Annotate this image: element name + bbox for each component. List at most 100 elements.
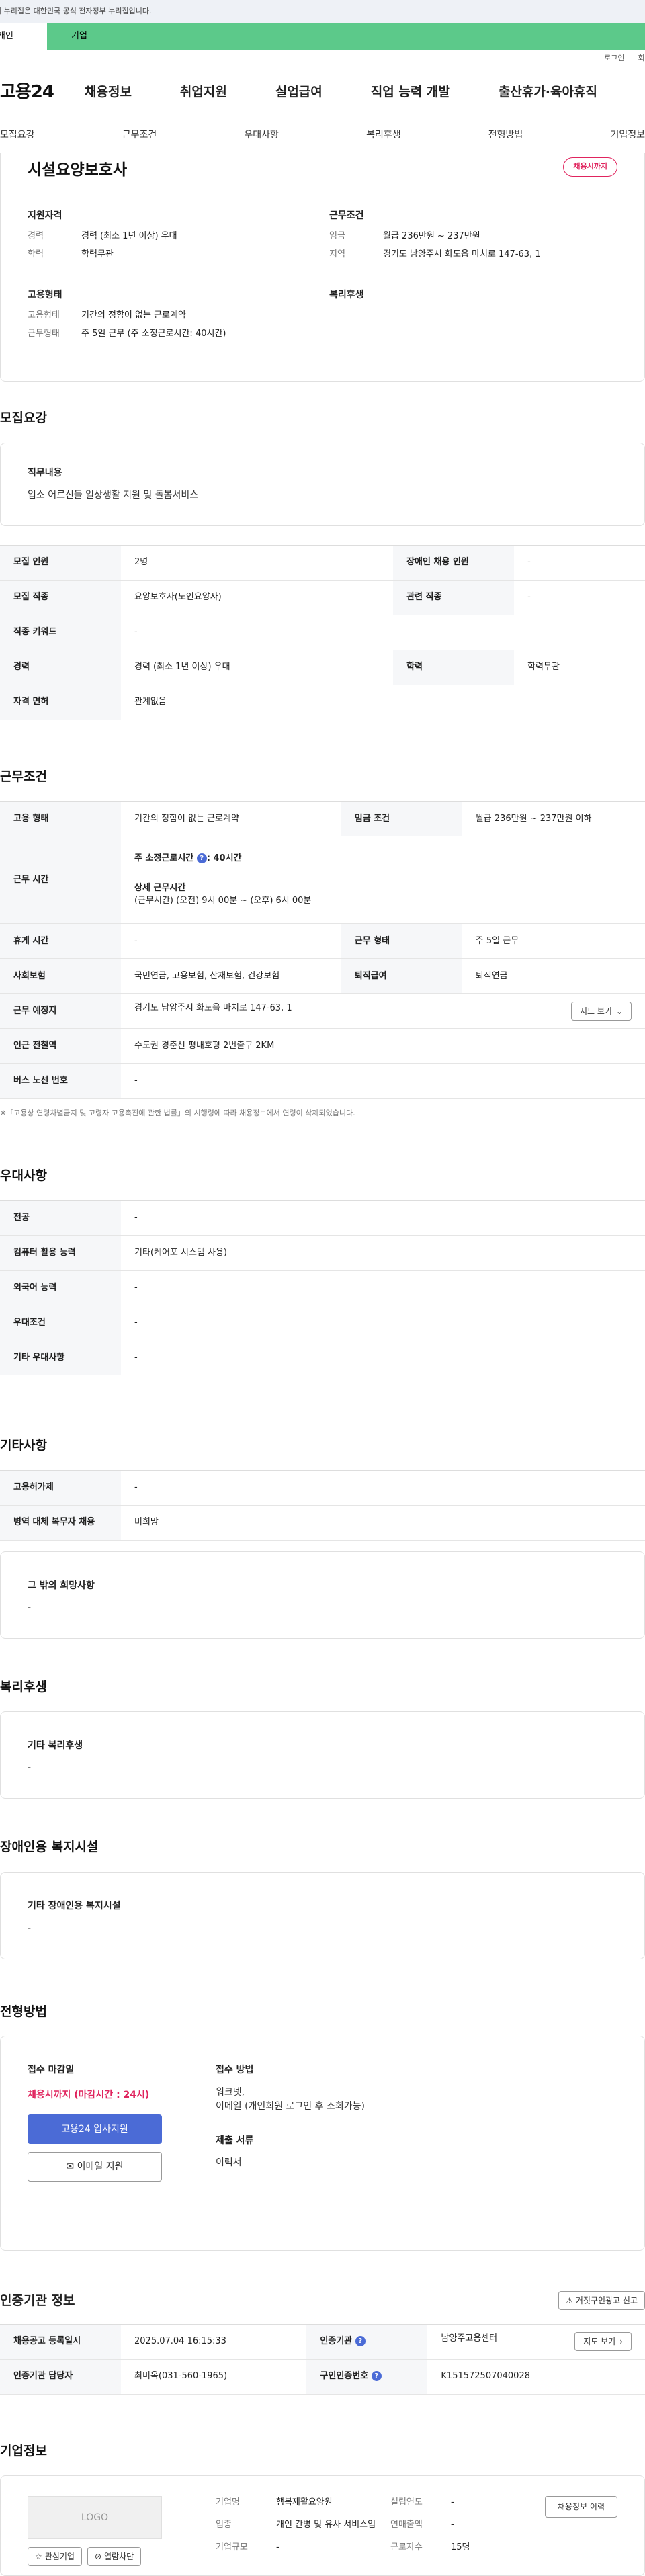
company-label: 근로자수 (390, 2542, 423, 2552)
table-row: 경력 경력 (최소 1년 이상) 우대 학력 학력무관 (0, 650, 645, 685)
agency-map-button[interactable]: 지도 보기 › (574, 2332, 632, 2351)
subnav-welfare[interactable]: 복리후생 (366, 128, 401, 142)
etc-title: 기타사항 (0, 1438, 47, 1453)
tab-company[interactable]: 기업 (47, 23, 645, 50)
info-icon[interactable]: ? (371, 2371, 382, 2382)
row-value: K151572507040028 (427, 2359, 645, 2395)
site-logo[interactable]: 고용24 (0, 79, 85, 105)
nav-parental-leave[interactable]: 출산휴가·육아휴직 (499, 83, 597, 102)
row-label: 사회보험 (0, 958, 121, 994)
row-value: 국민연금, 고용보험, 산재보험, 건강보험 (121, 958, 341, 994)
row-value: - (121, 923, 341, 959)
info-icon[interactable]: ? (196, 853, 207, 864)
subnav-company[interactable]: 기업정보 (610, 128, 645, 142)
apply-right: 접수 방법 워크넷, 이메일 (개인회원 로그인 후 조회가능) 제출 서류 이… (189, 2063, 365, 2223)
top-links: 로그인 회원가입 (0, 50, 645, 67)
apply-left: 접수 마감일 채용시까지 (마감시간 : 24시) 고용24 입사지원 ✉ 이메… (28, 2063, 189, 2223)
company-value: 15명 (451, 2542, 470, 2552)
summary-emp-head: 고용형태 (28, 289, 62, 300)
table-row: 전공 - (0, 1200, 645, 1236)
recruit-title: 모집요강 (0, 411, 47, 425)
subnav-condition[interactable]: 근무조건 (122, 128, 157, 142)
table-row: 버스 노선 번호 - (0, 1063, 645, 1099)
table-row: 고용 형태 기간의 정함이 없는 근로계약 임금 조건 월급 236만원 ~ 237만… (0, 801, 645, 836)
subnav-selection[interactable]: 전형방법 (488, 128, 523, 142)
favorite-button[interactable]: ☆ 관심기업 (28, 2547, 82, 2566)
row-label: 모집 인원 (0, 545, 121, 581)
job-title: 시설요양보호사 (28, 161, 128, 179)
hours-detail: (근무시간) (오전) 9시 00분 ~ (오후) 6시 00분 (134, 896, 312, 906)
company-logo-area: LOGO ☆ 관심기업 ⊘ 열람차단 (28, 2496, 162, 2566)
row-label: 병역 대체 복무자 채용 (0, 1505, 121, 1541)
nav-employment-support[interactable]: 취업지원 (180, 83, 227, 102)
mail-icon: ✉ (66, 2161, 75, 2172)
subnav-prefer[interactable]: 우대사항 (244, 128, 279, 142)
report-button[interactable]: ⚠ 거짓구인광고 신고 (558, 2291, 645, 2311)
table-row: 기타 우대사항 - (0, 1340, 645, 1375)
table-row: 직종 키워드 - (0, 615, 645, 650)
agency-table: 채용공고 등록일시 2025.07.04 16:15:33 인증기관 ? 남양주고용센… (0, 2323, 645, 2395)
place-cell: 경기도 남양주시 화도읍 마치로 147-63, 1 지도 보기 ⌄ (121, 993, 645, 1029)
row-label: 자격 면허 (0, 685, 121, 720)
chevron-down-icon: ⌄ (615, 1006, 623, 1016)
deadline-value: 채용시까지 (마감시간 : 24시) (28, 2090, 150, 2100)
company-logo: LOGO (28, 2496, 162, 2539)
summary-welfare: 복리후생 (329, 288, 617, 346)
block-button[interactable]: ⊘ 열람차단 (87, 2547, 142, 2566)
star-icon: ☆ (35, 2552, 42, 2561)
hours-main-value: : 40시간 (206, 853, 242, 864)
main-menu: 채용정보 취업지원 실업급여 직업 능력 개발 출산휴가·육아휴직 (85, 83, 645, 102)
map-button[interactable]: 지도 보기 ⌄ (570, 1001, 632, 1021)
row-value: 기간의 정함이 없는 근로계약 (121, 801, 341, 836)
row-value: 학력무관 (514, 650, 645, 685)
row-value: 주 5일 근무 (462, 923, 645, 959)
row-label: 경력 (0, 650, 121, 685)
history-button[interactable]: 채용정보 이력 (544, 2496, 617, 2518)
info-icon[interactable]: ? (355, 2336, 366, 2347)
table-row: 사회보험 국민연금, 고용보험, 산재보험, 건강보험 퇴직급여 퇴직연금 (0, 958, 645, 994)
tab-personal[interactable]: 개인 (0, 23, 47, 50)
login-link[interactable]: 로그인 (604, 53, 624, 65)
row-label: 인근 전철역 (0, 1028, 121, 1064)
row-label: 퇴직급여 (341, 958, 462, 994)
row-label: 인증기관 ? (306, 2324, 428, 2360)
row-label: 직종 키워드 (0, 615, 121, 650)
prefer-title: 우대사항 (0, 1168, 47, 1183)
gov-notice-bar: 이 누리집은 대한민국 공식 전자정부 누리집입니다. (0, 0, 645, 23)
row-value: - (121, 1305, 645, 1340)
agency-header: 인증기관 정보 ⚠ 거짓구인광고 신고 (0, 2291, 645, 2311)
summary-value: 경기도 남양주시 화도읍 마치로 147-63, 1 (383, 249, 541, 259)
table-row: 근무 시간 주 소정근로시간 ?: 40시간 상세 근무시간 (근무시간) (오… (0, 836, 645, 924)
apply-button[interactable]: 고용24 입사지원 (28, 2114, 162, 2144)
summary-value: 경력 (최소 1년 이상) 우대 (81, 230, 177, 241)
row-value: 월급 236만원 ~ 237만원 이하 (462, 801, 645, 836)
method-value-2: 이메일 (개인회원 로그인 후 조회가능) (216, 2101, 365, 2112)
welfare-box: 기타 복리후생 - (0, 1711, 645, 1799)
hours-main-label: 주 소정근로시간 (134, 853, 194, 864)
summary-label: 경력 (28, 230, 44, 241)
company-label: 설립연도 (390, 2497, 423, 2507)
company-info-grid: 기업명 행복재활요양원 설립연도 - 업종 개인 간병 및 유사 서비스업 연매출액 -… (216, 2496, 531, 2555)
signup-link[interactable]: 회원가입 (638, 53, 645, 65)
company-buttons: ☆ 관심기업 ⊘ 열람차단 (28, 2547, 162, 2566)
nav-unemployment-benefit[interactable]: 실업급여 (275, 83, 322, 102)
company-box: LOGO ☆ 관심기업 ⊘ 열람차단 기업명 행복재활요양원 설립연도 - 업종 개인 간… (0, 2475, 645, 2576)
user-type-tabs: 개인 기업 (0, 23, 645, 50)
email-apply-button[interactable]: ✉ 이메일 지원 (28, 2152, 162, 2182)
prefer-table: 전공 - 컴퓨터 활용 능력 기타(케어포 시스템 사용) 외국어 능력 - 우대조건… (0, 1200, 645, 1375)
block-icon: ⊘ (94, 2552, 101, 2561)
duty-head: 직무내용 (28, 467, 62, 478)
subnav-recruit[interactable]: 모집요강 (0, 128, 35, 142)
nav-job-info[interactable]: 채용정보 (85, 83, 132, 102)
nav-vocational-training[interactable]: 직업 능력 개발 (371, 83, 450, 102)
summary-work-head: 근무조건 (329, 210, 364, 221)
row-label: 컴퓨터 활용 능력 (0, 1235, 121, 1271)
disabled-box: 기타 장애인용 복지시설 - (0, 1871, 645, 1959)
table-row: 자격 면허 관계없음 (0, 685, 645, 720)
row-label: 기타 우대사항 (0, 1340, 121, 1375)
company-value: - (276, 2542, 280, 2552)
row-value: - (514, 580, 645, 615)
row-label: 고용 형태 (0, 801, 121, 836)
etc-table: 고용허가제 - 병역 대체 복무자 채용 비희망 (0, 1469, 645, 1541)
section-nav: 모집요강 근무조건 우대사항 복리후생 전형방법 기업정보 (0, 118, 645, 153)
